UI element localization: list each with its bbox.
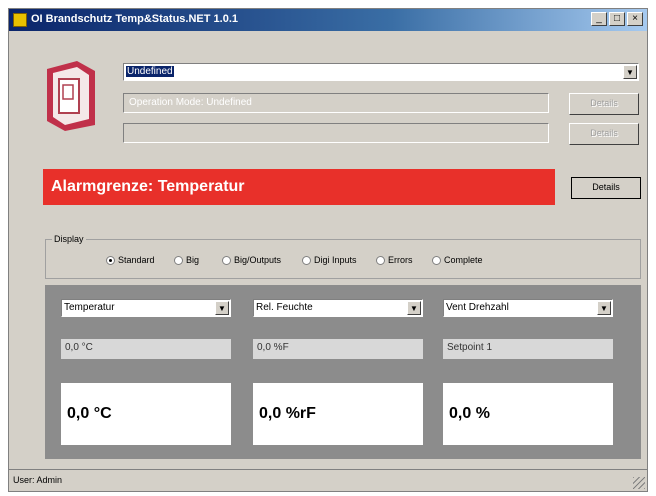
title-bar: OI Brandschutz Temp&Status.NET 1.0.1 _ □… — [9, 9, 647, 31]
radio-dot-icon — [376, 255, 385, 265]
radio-errors[interactable]: Errors — [376, 255, 413, 265]
status-user: User: Admin — [13, 475, 63, 485]
details-button-1[interactable]: Details — [569, 93, 639, 115]
display-groupbox: Display Standard Big Big/Outputs Digi In… — [45, 234, 641, 279]
window-title: OI Brandschutz Temp&Status.NET 1.0.1 — [31, 13, 239, 25]
radio-dot-icon — [106, 255, 115, 265]
radio-dot-icon — [222, 255, 231, 265]
chevron-down-icon[interactable]: ▼ — [215, 301, 229, 315]
app-title-icon — [13, 13, 27, 27]
radio-complete[interactable]: Complete — [432, 255, 483, 265]
chevron-down-icon[interactable]: ▼ — [597, 301, 611, 315]
alarm-details-button[interactable]: Details — [571, 177, 641, 199]
sensor-reading-2: 0,0 %F — [253, 339, 423, 359]
chevron-down-icon[interactable]: ▼ — [407, 301, 421, 315]
radio-digi-inputs[interactable]: Digi Inputs — [302, 255, 357, 265]
sensor-select-3[interactable]: Vent Drehzahl ▼ — [443, 299, 613, 317]
sensor-reading-3: Setpoint 1 — [443, 339, 613, 359]
app-window: OI Brandschutz Temp&Status.NET 1.0.1 _ □… — [8, 8, 648, 492]
radio-big-outputs[interactable]: Big/Outputs — [222, 255, 281, 265]
chevron-down-icon[interactable]: ▼ — [623, 65, 637, 79]
close-icon[interactable]: × — [627, 12, 643, 26]
status-bar: User: Admin — [9, 469, 647, 491]
sensor-value-1: 0,0 °C — [61, 383, 231, 445]
radio-dot-icon — [302, 255, 311, 265]
device-select-value: Undefined — [126, 66, 174, 77]
sensor-panel: Temperatur ▼ Rel. Feuchte ▼ Vent Drehzah… — [45, 285, 641, 459]
radio-dot-icon — [174, 255, 183, 265]
alarm-banner: Alarmgrenze: Temperatur — [43, 169, 555, 205]
radio-standard[interactable]: Standard — [106, 255, 155, 265]
sensor-value-2: 0,0 %rF — [253, 383, 423, 445]
radio-dot-icon — [432, 255, 441, 265]
maximize-icon[interactable]: □ — [609, 12, 625, 26]
cabinet-icon — [47, 61, 95, 131]
minimize-icon[interactable]: _ — [591, 12, 607, 26]
sensor-select-1[interactable]: Temperatur ▼ — [61, 299, 231, 317]
resize-grip-icon[interactable] — [633, 477, 645, 489]
sensor-value-3: 0,0 % — [443, 383, 613, 445]
device-select[interactable]: Undefined ▼ — [123, 63, 639, 81]
radio-big[interactable]: Big — [174, 255, 199, 265]
details-button-2[interactable]: Details — [569, 123, 639, 145]
operation-mode-field: Operation Mode: Undefined — [123, 93, 549, 113]
sensor-select-2[interactable]: Rel. Feuchte ▼ — [253, 299, 423, 317]
info-field — [123, 123, 549, 143]
display-legend: Display — [52, 234, 86, 244]
sensor-reading-1: 0,0 °C — [61, 339, 231, 359]
